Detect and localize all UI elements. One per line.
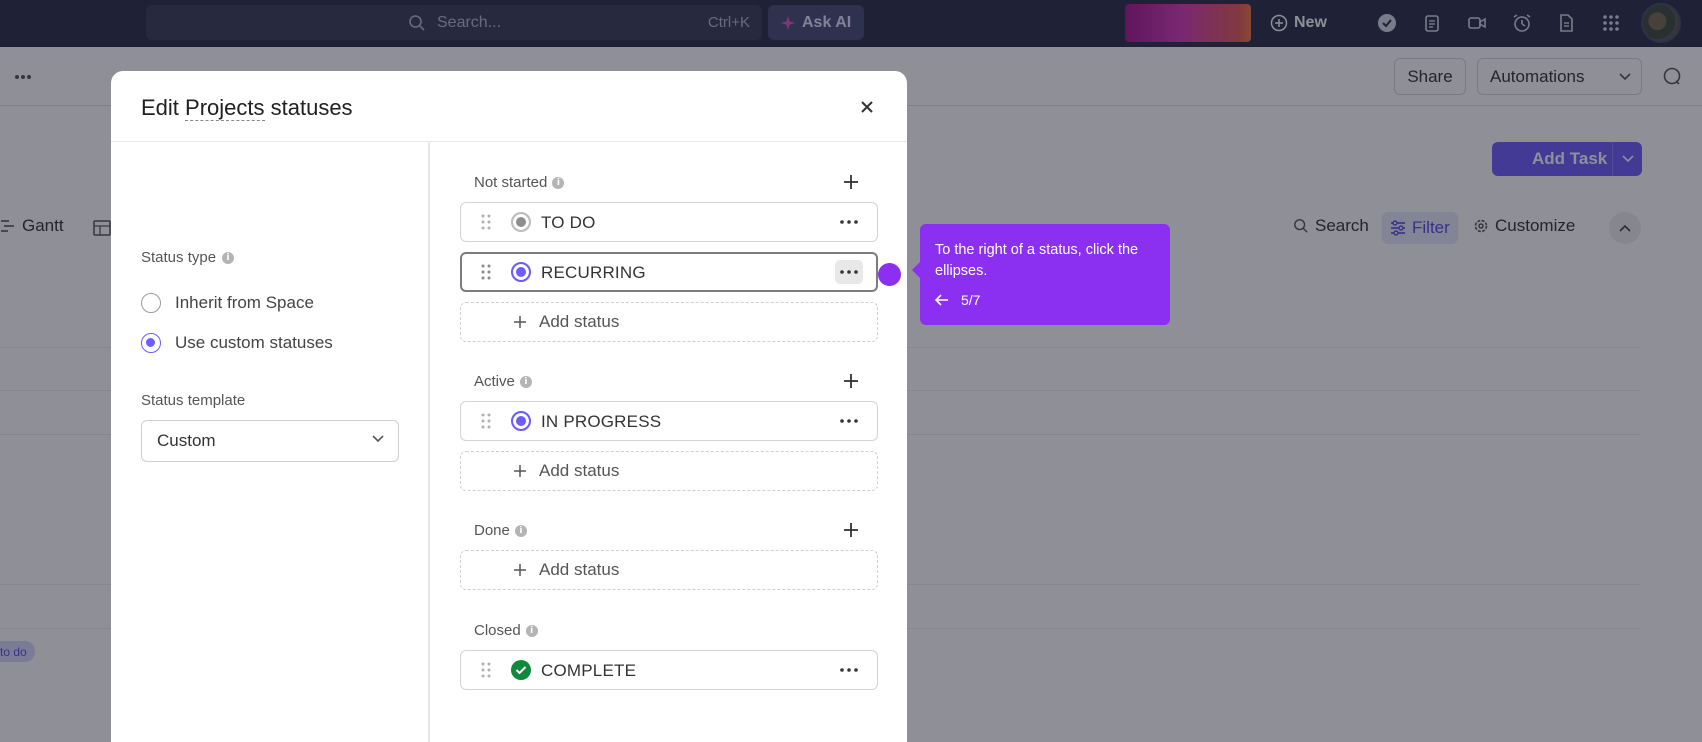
status-name[interactable]: IN PROGRESS — [541, 412, 661, 432]
tooltip-step: 5/7 — [961, 292, 981, 308]
info-icon: i — [525, 624, 538, 637]
status-name[interactable]: RECURRING — [541, 263, 646, 283]
tooltip-arrow — [912, 262, 920, 278]
info-icon: i — [552, 176, 565, 189]
tooltip-text: To the right of a status, click the elli… — [935, 242, 1139, 279]
status-options-button[interactable] — [835, 210, 863, 234]
check-circle-icon[interactable] — [511, 660, 531, 680]
group-label: Active — [474, 373, 515, 390]
arrow-left-icon[interactable] — [935, 294, 949, 306]
settings-panel: Status type i Inherit from Space Use cus… — [111, 143, 429, 742]
status-template-select[interactable]: Custom — [141, 420, 399, 462]
status-name[interactable]: TO DO — [541, 213, 596, 233]
add-status-not-started[interactable]: Add status — [460, 302, 878, 342]
walkthrough-tooltip: To the right of a status, click the elli… — [912, 224, 1170, 325]
title-list-link[interactable]: Projects — [185, 95, 265, 121]
radio-circle-selected[interactable] — [141, 333, 161, 353]
title-suffix: statuses — [264, 95, 353, 120]
radio-inherit-from-space[interactable]: Inherit from Space — [141, 293, 314, 313]
modal-title: Edit Projects statuses — [141, 95, 353, 121]
add-status-label: Add status — [539, 461, 620, 480]
drag-handle-icon[interactable] — [481, 264, 491, 280]
group-not-started: Not started i — [474, 174, 565, 191]
status-color-dot[interactable] — [511, 411, 531, 431]
status-row-complete[interactable]: COMPLETE — [460, 650, 878, 690]
status-name[interactable]: COMPLETE — [541, 661, 636, 681]
ellipsis-icon — [840, 419, 858, 423]
add-status-plus-icon[interactable] — [842, 521, 860, 539]
status-color-dot[interactable] — [511, 212, 531, 232]
status-color-dot[interactable] — [511, 262, 531, 282]
add-status-label: Add status — [539, 312, 620, 331]
ellipsis-icon — [840, 220, 858, 224]
title-prefix: Edit — [141, 95, 186, 120]
close-icon[interactable] — [855, 95, 879, 119]
radio-use-custom-statuses[interactable]: Use custom statuses — [141, 333, 333, 353]
checkmark-icon — [515, 666, 527, 675]
status-options-button[interactable] — [835, 658, 863, 682]
plus-icon — [514, 316, 526, 328]
chevron-down-icon — [372, 435, 384, 443]
add-status-done[interactable]: Add status — [460, 550, 878, 590]
status-type-heading: Status type i — [141, 249, 235, 266]
info-icon: i — [222, 251, 235, 264]
group-closed: Closed i — [474, 622, 538, 639]
group-label: Closed — [474, 622, 521, 639]
info-icon: i — [514, 524, 527, 537]
status-options-button[interactable] — [835, 260, 863, 284]
status-type-label: Status type — [141, 249, 217, 266]
plus-icon — [514, 564, 526, 576]
drag-handle-icon[interactable] — [481, 214, 491, 230]
plus-icon — [514, 465, 526, 477]
status-template-value: Custom — [157, 431, 216, 450]
radio-custom-label: Use custom statuses — [175, 333, 333, 352]
status-row-todo[interactable]: TO DO — [460, 202, 878, 242]
status-options-button[interactable] — [835, 409, 863, 433]
status-template-heading: Status template — [141, 392, 245, 409]
group-label: Done — [474, 522, 510, 539]
walkthrough-beacon[interactable] — [878, 263, 901, 286]
add-status-plus-icon[interactable] — [842, 173, 860, 191]
tooltip-nav: 5/7 — [935, 292, 980, 308]
ellipsis-icon — [840, 668, 858, 672]
group-active: Active i — [474, 373, 532, 390]
column-divider — [429, 142, 430, 742]
status-template-label: Status template — [141, 392, 246, 409]
add-status-active[interactable]: Add status — [460, 451, 878, 491]
status-row-in-progress[interactable]: IN PROGRESS — [460, 401, 878, 441]
radio-circle[interactable] — [141, 293, 161, 313]
add-status-plus-icon[interactable] — [842, 372, 860, 390]
group-done: Done i — [474, 522, 527, 539]
ellipsis-icon — [840, 270, 858, 274]
drag-handle-icon[interactable] — [481, 662, 491, 678]
radio-inherit-label: Inherit from Space — [175, 293, 314, 312]
group-label: Not started — [474, 174, 548, 191]
status-row-recurring[interactable]: RECURRING — [460, 252, 878, 292]
info-icon: i — [519, 375, 532, 388]
modal-header: Edit Projects statuses — [111, 71, 907, 142]
add-status-label: Add status — [539, 560, 620, 579]
drag-handle-icon[interactable] — [481, 413, 491, 429]
